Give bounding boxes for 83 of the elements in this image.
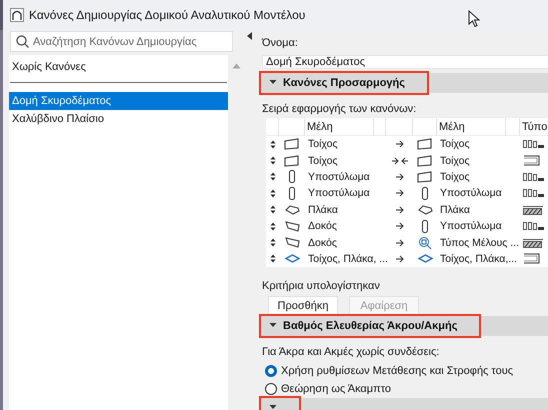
reorder-grip-icon bbox=[270, 156, 276, 166]
arrow-icon bbox=[394, 189, 404, 198]
arrow-icon bbox=[394, 206, 404, 214]
radio-button[interactable] bbox=[265, 383, 277, 396]
reorder-grip-icon bbox=[270, 172, 276, 182]
rhombus-icon bbox=[284, 254, 300, 264]
column-icon bbox=[421, 220, 429, 233]
wall-icon bbox=[417, 154, 433, 167]
column-header: Τύπο bbox=[520, 118, 548, 136]
list-item[interactable]: Δομή Σκυροδέματος bbox=[9, 92, 228, 110]
option-label: Θεώρηση ως Άκαμπτο bbox=[281, 383, 392, 396]
radio-option[interactable]: Χρήση ρυθμίσεων Μετάθεσης και Στροφής τους bbox=[265, 365, 548, 378]
arrow-icon bbox=[394, 222, 404, 230]
slab-icon bbox=[284, 204, 300, 215]
reorder-grip-icon bbox=[270, 188, 276, 198]
reorder-grip-icon bbox=[270, 205, 276, 214]
empty-column-header bbox=[506, 118, 520, 136]
wall-icon bbox=[284, 138, 300, 150]
rhombus-icon bbox=[418, 254, 432, 264]
gap-type-icon bbox=[523, 221, 545, 232]
reorder-grip-icon bbox=[270, 140, 276, 149]
table-cell-text: Τοίχος bbox=[307, 137, 339, 152]
name-field[interactable]: Δομή Σκυροδέματος bbox=[262, 55, 548, 69]
beam-icon bbox=[284, 237, 300, 248]
column-icon bbox=[288, 170, 296, 184]
reorder-grip-icon bbox=[270, 254, 276, 264]
cursor-icon bbox=[468, 10, 480, 28]
empty-column-header bbox=[413, 118, 437, 136]
add-button[interactable]: Προσθήκη bbox=[268, 296, 338, 316]
table-cell-text: Δοκός bbox=[307, 236, 338, 251]
hatched-type-icon bbox=[523, 204, 545, 215]
table-cell-text: Τοίχος bbox=[307, 154, 339, 169]
arrow-icon bbox=[394, 172, 404, 181]
magnifier-icon bbox=[418, 236, 432, 250]
table-cell-text: Τοίχος, Πλάκα, ... bbox=[307, 252, 386, 267]
section-toggle[interactable]: Βαθμός Ελευθερίας Άκρου/Ακμής bbox=[259, 314, 482, 338]
option-label: Χρήση ρυθμίσεων Μετάθεσης και Στροφής τους bbox=[281, 365, 514, 378]
arrow-icon bbox=[394, 238, 404, 247]
radio-button[interactable] bbox=[265, 365, 277, 378]
search-field[interactable]: Αναζήτηση Κανόνων Δημιουργίας bbox=[10, 31, 233, 52]
table-cell-text: Τύπος Μέλους ... bbox=[439, 236, 520, 251]
description-text: Για Άκρα και Ακμές χωρίς συνδέσεις: bbox=[261, 345, 440, 360]
table-cell-text: Υποστύλωμα bbox=[439, 186, 503, 202]
table-cell-text: Υποστύλωμα bbox=[307, 186, 371, 202]
converging-arrows-icon bbox=[390, 156, 408, 165]
beam-icon bbox=[284, 220, 300, 232]
gap-type-icon bbox=[523, 188, 545, 198]
field-label: Όνομα: bbox=[260, 36, 299, 50]
gap-type-icon bbox=[523, 172, 545, 182]
criteria-label: Κριτήρια υπολογίστηκαν bbox=[261, 279, 381, 294]
table-cell-text: Τοίχος bbox=[439, 170, 471, 185]
arrow-icon bbox=[394, 254, 404, 263]
radio-option[interactable]: Θεώρηση ως Άκαμπτο bbox=[265, 383, 548, 396]
table-cell-text: Πλάκα bbox=[307, 202, 339, 218]
column-icon bbox=[288, 186, 296, 200]
gap-type-icon bbox=[523, 139, 545, 150]
column-icon bbox=[421, 186, 429, 200]
table-cell-text: Τοίχος bbox=[439, 154, 471, 169]
search-icon bbox=[16, 35, 29, 48]
table-caption: Σειρά εφαρμογής των κανόνων: bbox=[261, 102, 418, 116]
window-title: Κανόνες Δημιουργίας Δομικού Αναλυτικού Μοντέλου bbox=[29, 8, 306, 22]
table-cell-text: Πλάκα bbox=[439, 202, 471, 218]
scroll-up-icon bbox=[232, 63, 241, 69]
wall-icon bbox=[417, 138, 433, 150]
section-toggle[interactable]: Κανόνες Προσαρμογής bbox=[259, 71, 429, 95]
list-item[interactable]: Χαλύβδινο Πλαίσιο bbox=[9, 110, 228, 128]
hatched-type-icon bbox=[523, 238, 545, 248]
app-icon bbox=[10, 8, 24, 22]
table-cell-text: Δοκός bbox=[307, 219, 338, 234]
table-cell-text: Τοίχος bbox=[439, 137, 471, 152]
triangle-icon bbox=[269, 404, 277, 410]
table-cell-text: Τοίχος, Πλάκα,... bbox=[439, 252, 518, 267]
wall-icon bbox=[284, 154, 300, 167]
slab-icon bbox=[418, 204, 432, 215]
reorder-grip-icon bbox=[270, 238, 276, 248]
table-cell-text: Υποστύλωμα bbox=[439, 219, 503, 234]
table-cell-text: Υποστύλωμα bbox=[307, 170, 371, 185]
list-item[interactable]: Χωρίς Κανόνες bbox=[9, 58, 228, 76]
reorder-grip-icon bbox=[270, 222, 276, 231]
column-header: Μέλη bbox=[305, 118, 374, 136]
column-header: Μέλη bbox=[437, 118, 506, 136]
wall-icon bbox=[417, 170, 433, 183]
arrow-icon bbox=[394, 140, 404, 148]
